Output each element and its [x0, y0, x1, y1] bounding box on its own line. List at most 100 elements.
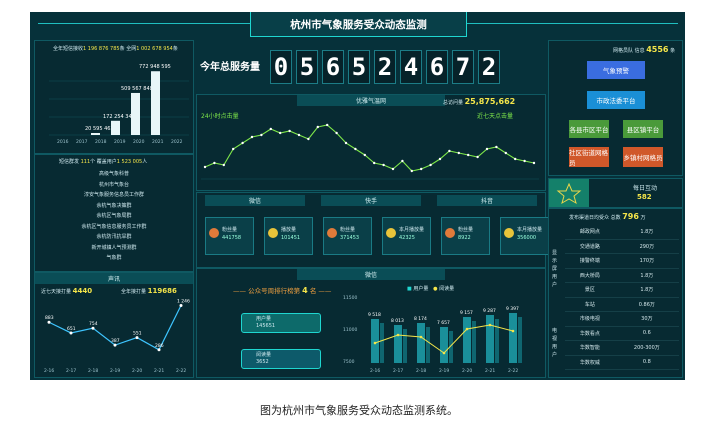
weixin-bar-2 — [380, 323, 384, 363]
x-tick: 2-20 — [462, 368, 472, 374]
click-point — [297, 133, 301, 137]
play-icon — [268, 228, 278, 238]
y-tick: 7500 — [343, 359, 355, 365]
click-point — [250, 135, 254, 139]
reads-point — [396, 333, 400, 337]
social-card: 粉丝量 441758 — [205, 217, 254, 255]
click-point — [532, 161, 536, 165]
total-digit: 4 — [400, 50, 422, 84]
weixin-bar-2 — [403, 329, 407, 363]
table-row: 景区 1.8万 — [565, 282, 679, 298]
douyin-strip: 抖音 — [437, 195, 537, 206]
wechat-strip: 微信 — [205, 195, 305, 206]
sms-bar — [151, 71, 160, 135]
click-point — [438, 157, 442, 161]
sms-group-list: 高级气象科普 杭州市气象台 淳安气象服务信息员工作群 余杭气象决策群 余杭区气象局群 余杭… — [35, 169, 193, 264]
daily-label: 每日互动 — [633, 185, 658, 192]
weixin-bar — [486, 315, 494, 363]
click-point — [382, 163, 385, 167]
x-tick: 2-22 — [176, 368, 186, 374]
play-icon — [386, 228, 396, 238]
sms-bar — [111, 120, 120, 135]
star-icon — [549, 179, 589, 207]
flow-county: 各县市区平台 — [569, 120, 609, 138]
x-tick: 2018 — [95, 139, 107, 145]
weixin-bar-2 — [426, 327, 430, 363]
weixin-bar — [417, 323, 425, 363]
reads-badge: 阅读量 3652 — [241, 349, 321, 369]
click-point — [514, 157, 517, 161]
weixin-bar-2 — [518, 317, 522, 363]
fans-icon — [327, 228, 337, 238]
table-row: 邮政网点 1.8万 — [565, 225, 679, 240]
table-row: 市级电视 30万 — [565, 311, 679, 327]
caption: 图为杭州市气象服务受众动态监测系统。 — [260, 404, 458, 417]
voice-point-label: 754 — [89, 321, 98, 327]
click-point — [241, 141, 244, 145]
total-digit: 2 — [374, 50, 396, 84]
x-tick: 2-18 — [88, 368, 98, 374]
bar-top-label: 8 013 — [391, 318, 404, 324]
x-tick: 2-17 — [66, 368, 76, 374]
y-tick: 11000 — [343, 327, 357, 333]
sms-group-item: 余杭区气象局群 — [96, 213, 132, 219]
reads-point — [442, 351, 446, 355]
total-digit: 5 — [296, 50, 318, 84]
total-digits: 056524672 — [270, 50, 500, 84]
daily-value: 582 — [637, 193, 652, 201]
fans-icon — [209, 228, 219, 238]
click-point — [363, 153, 366, 157]
voice-panel: 声讯 近七天接打量 4440 全年接打量 119686 883 651 754 387… — [34, 272, 194, 378]
weather-web-panel: 优雅气温网 总访问量 25,875,662 24小时点击量 近七天点击量 — [196, 94, 546, 191]
x-tick: 2-16 — [370, 368, 380, 374]
click-point — [495, 145, 498, 149]
flow-community: 社区街道网格员 — [569, 147, 609, 167]
flow-town: 县区镇平台 — [623, 120, 663, 138]
total-digit: 6 — [426, 50, 448, 84]
side-label-screen: 显示屏用户 — [552, 250, 558, 288]
x-tick: 2019 — [114, 139, 126, 145]
sms-panel: 全年短信接收1 196 876 785条 全网1 002 678 954条 20… — [34, 40, 194, 154]
click-point — [269, 127, 272, 131]
bar-top-label: 9 397 — [506, 306, 519, 312]
weather-web-title: 优雅气温网 — [297, 95, 445, 106]
voice-point-label: 286 — [155, 343, 164, 349]
table-row: 交通道路 290万 — [565, 239, 679, 254]
click-point — [354, 147, 357, 151]
social-card: 粉丝量 8922 — [441, 217, 490, 255]
voice-point-label: 651 — [67, 326, 76, 332]
x-tick: 2022 — [171, 139, 183, 145]
click-point — [429, 163, 432, 167]
click-point — [457, 151, 460, 155]
weixin-title: 微信 — [297, 269, 445, 280]
x-tick: 2-18 — [416, 368, 426, 374]
weixin-bar-chart: 11500 11000 7500 9 518 2-16 8 013 2-17 8 174 2-1… — [343, 295, 522, 374]
rank-text: —— 公众号周排行榜第 4 名 —— — [233, 286, 332, 295]
social-cards: 粉丝量 441758 播放量 101451 粉丝量 371453 本月播放量 42325 粉丝量… — [205, 217, 549, 255]
table-row: 华数看点 0.6 — [565, 326, 679, 341]
daily-panel: 每日互动 582 — [548, 178, 683, 208]
reads-point — [419, 335, 423, 339]
channel-panel: 发布渠道日均受众 总数 796 万 显示屏用户 电视用户 邮政网点 1.8万 交通道… — [548, 208, 683, 378]
x-tick: 2-21 — [485, 368, 495, 374]
x-tick: 2017 — [76, 139, 88, 145]
weixin-bar — [440, 327, 448, 363]
x-tick: 2-17 — [393, 368, 403, 374]
title-line-left — [38, 23, 250, 24]
bar-top-label: 8 174 — [414, 316, 427, 322]
bar-label: 172 254 342 — [103, 114, 135, 120]
weixin-bar — [509, 313, 517, 363]
voice-point-label: 1 246 — [177, 298, 190, 304]
sms-group-item: 新开城镇人气预测群 — [91, 244, 137, 251]
x-tick: 2-16 — [44, 368, 54, 374]
social-card: 播放量 101451 — [264, 217, 313, 255]
click-point — [448, 149, 451, 153]
table-row: 西大桥局 1.8万 — [565, 268, 679, 283]
x-tick: 2-19 — [110, 368, 120, 374]
click-line-chart — [201, 123, 539, 180]
grid-panel: 网格员队 信息 4556 条 气象预警 市政法委平台 各县市区平台 县区镇平台 … — [548, 40, 683, 176]
total-digit: 2 — [478, 50, 500, 84]
bar-top-label: 9 287 — [483, 308, 496, 314]
voice-line-chart: 883 651 754 387 551 286 1 246 2-16 2-17 2-18 2-19 2… — [44, 298, 190, 374]
click-point — [410, 169, 413, 173]
